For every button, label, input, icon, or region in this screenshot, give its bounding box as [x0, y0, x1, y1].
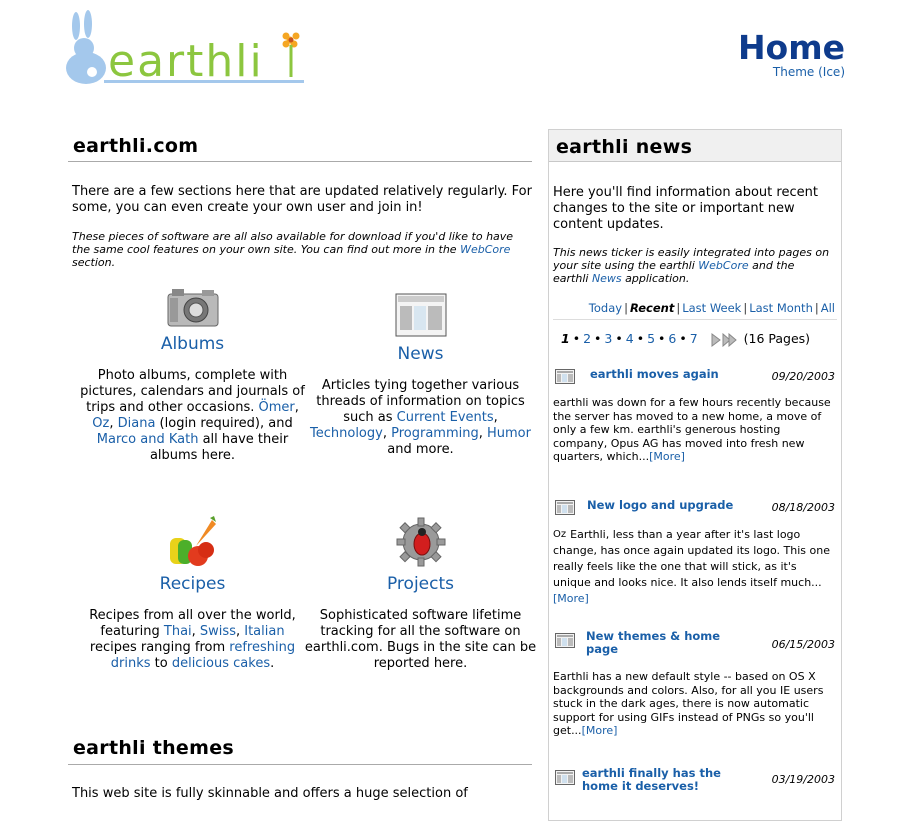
filter-all[interactable]: All	[821, 301, 835, 315]
vegetables-icon[interactable]	[166, 516, 220, 568]
tile-recipes: Recipes Recipes from all over the world,…	[75, 516, 310, 672]
divider	[68, 161, 532, 162]
news-date: 06/15/2003	[771, 638, 835, 651]
news-date: 03/19/2003	[771, 773, 835, 786]
sidebar-note: This news ticker is easily integrated in…	[553, 246, 830, 285]
albums-description: Photo albums, complete with pictures, ca…	[80, 368, 305, 463]
news-title-link[interactable]: New logo and upgrade	[587, 499, 747, 512]
more-link[interactable]: [More]	[553, 592, 589, 605]
tile-albums: Albums Photo albums, complete with pictu…	[75, 286, 310, 464]
current-events-link[interactable]: Current Events	[397, 410, 494, 425]
intro-note: These pieces of software are all also av…	[72, 230, 514, 269]
news-icon	[555, 500, 575, 515]
section-title-earthli-themes: earthli themes	[73, 737, 235, 759]
delicious-cakes-link[interactable]: delicious cakes	[172, 656, 270, 671]
camera-icon[interactable]	[166, 286, 220, 328]
page-link[interactable]: 7	[690, 331, 698, 346]
albums-link[interactable]: Albums	[75, 334, 310, 354]
thai-link[interactable]: Thai	[164, 624, 192, 639]
sidebar-title: earthli news	[549, 130, 841, 162]
intro-text: There are a few sections here that are u…	[72, 184, 532, 215]
news-date: 09/20/2003	[771, 370, 835, 383]
page-link[interactable]: 5	[647, 331, 655, 346]
more-link[interactable]: [More]	[582, 724, 618, 737]
recipes-link[interactable]: Recipes	[75, 574, 310, 594]
news-body: Oz Earthli, less than a year after it's l…	[553, 528, 830, 605]
news-body: earthli was down for a few hours recentl…	[553, 396, 831, 463]
flower-icon	[282, 32, 300, 77]
marco-and-kath-link[interactable]: Marco and Kath	[97, 432, 199, 447]
filter-today[interactable]: Today	[589, 301, 622, 315]
bunny-icon	[66, 10, 106, 84]
news-title-link[interactable]: earthli finally has the home it deserves…	[582, 767, 732, 793]
oz-link[interactable]: Oz	[92, 416, 109, 431]
filter-recent: Recent	[629, 301, 675, 315]
pager: 1 • 2 • 3 • 4 • 5 • 6 • 7 (16 Pages)	[561, 331, 811, 347]
page-link[interactable]: 2	[583, 331, 591, 346]
projects-description: Sophisticated software lifetime tracking…	[304, 608, 537, 671]
section-title-earthli-com: earthli.com	[73, 135, 199, 157]
news-app-link[interactable]: News	[592, 272, 622, 285]
divider	[68, 764, 532, 765]
news-item: earthli moves again 09/20/2003 earthli w…	[553, 366, 837, 464]
diana-link[interactable]: Diana	[118, 416, 156, 431]
tile-news: News Articles tying together various thr…	[303, 292, 538, 458]
news-title-link[interactable]: New themes & home page	[586, 630, 736, 656]
news-sidebar: earthli news Here you'll find informatio…	[548, 129, 842, 821]
news-item: earthli finally has the home it deserves…	[553, 767, 837, 803]
theme-link[interactable]: Theme (Ice)	[773, 65, 845, 79]
webcore-link[interactable]: WebCore	[460, 243, 510, 256]
news-body: Earthli has a new default style -- based…	[553, 670, 824, 737]
news-title-link[interactable]: earthli moves again	[590, 368, 750, 381]
themes-intro: This web site is fully skinnable and off…	[72, 786, 468, 801]
time-filter-bar: Today | Recent | Last Week | Last Month | All	[588, 301, 835, 315]
news-item: New themes & home page 06/15/2003 Earthl…	[553, 630, 837, 738]
sidebar-intro: Here you'll find information about recen…	[553, 185, 818, 232]
gear-bug-icon[interactable]	[394, 516, 448, 568]
page-current: 1	[561, 331, 570, 346]
logo-text: earthli	[108, 36, 264, 87]
newspaper-icon[interactable]	[394, 292, 448, 338]
news-link[interactable]: News	[303, 344, 538, 364]
news-date: 08/18/2003	[771, 501, 835, 514]
filter-last-month[interactable]: Last Month	[749, 301, 813, 315]
programming-link[interactable]: Programming	[391, 426, 479, 441]
swiss-link[interactable]: Swiss	[200, 624, 236, 639]
news-icon	[555, 633, 575, 648]
news-description: Articles tying together various threads …	[310, 378, 531, 457]
humor-link[interactable]: Humor	[487, 426, 531, 441]
earthli-logo[interactable]: earthli	[64, 8, 309, 88]
page-title: Home	[737, 28, 845, 67]
author-badge: Oz	[553, 529, 567, 540]
recipes-description: Recipes from all over the world, featuri…	[89, 608, 296, 671]
filter-last-week[interactable]: Last Week	[682, 301, 741, 315]
italian-link[interactable]: Italian	[244, 624, 284, 639]
omer-link[interactable]: Ömer	[259, 400, 295, 415]
next-pages-icon[interactable]	[710, 332, 738, 347]
tile-projects: Projects Sophisticated software lifetime…	[303, 516, 538, 672]
news-item: New logo and upgrade 08/18/2003 Oz Earthl…	[553, 497, 837, 607]
technology-link[interactable]: Technology	[310, 426, 383, 441]
page-count: (16 Pages)	[743, 331, 811, 346]
page-link[interactable]: 4	[626, 331, 634, 346]
webcore-link[interactable]: WebCore	[698, 259, 748, 272]
projects-link[interactable]: Projects	[303, 574, 538, 594]
divider	[553, 319, 837, 320]
news-icon	[555, 770, 575, 785]
news-icon	[555, 369, 575, 384]
more-link[interactable]: [More]	[649, 450, 685, 463]
